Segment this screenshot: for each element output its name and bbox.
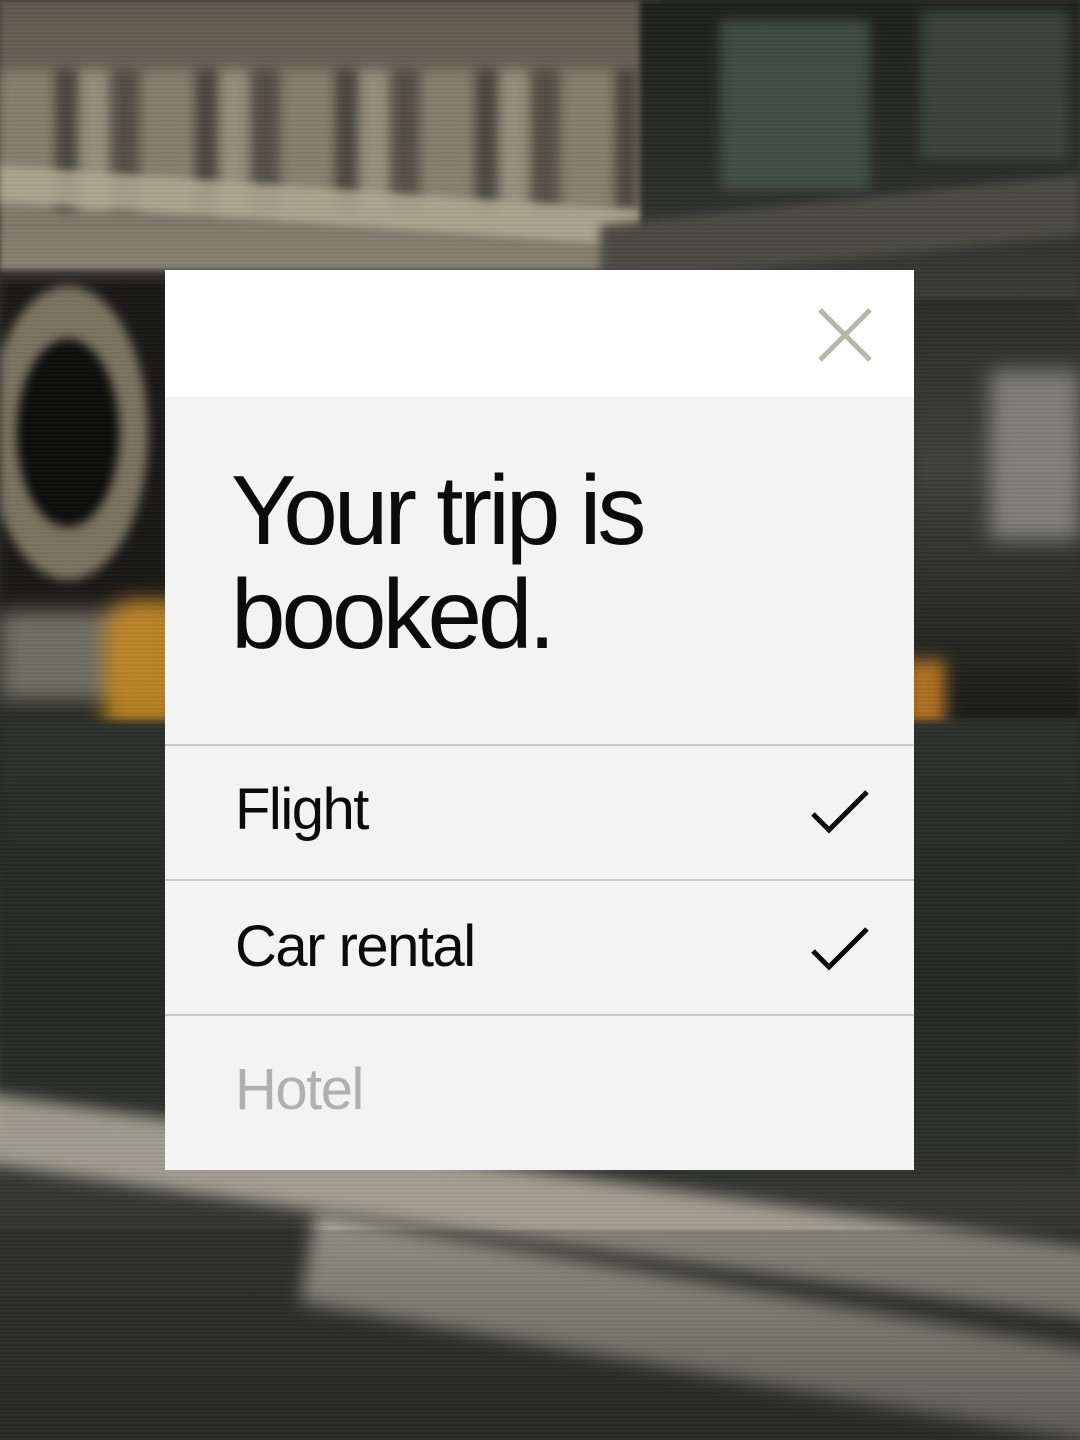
list-item-car-rental[interactable]: Car rental — [165, 881, 914, 1014]
item-label: Car rental — [235, 914, 476, 979]
check-icon — [811, 790, 869, 834]
close-button[interactable] — [816, 306, 874, 364]
item-label: Flight — [235, 777, 369, 842]
item-label: Hotel — [235, 1057, 364, 1122]
booking-confirmation-modal: Your trip is booked. Flight Car rental H… — [165, 270, 914, 1170]
modal-header — [165, 270, 914, 397]
modal-title: Your trip is booked. — [231, 455, 646, 669]
list-item-hotel[interactable]: Hotel — [165, 1016, 914, 1170]
list-item-flight[interactable]: Flight — [165, 746, 914, 879]
close-icon — [818, 308, 872, 362]
check-icon — [811, 927, 869, 971]
